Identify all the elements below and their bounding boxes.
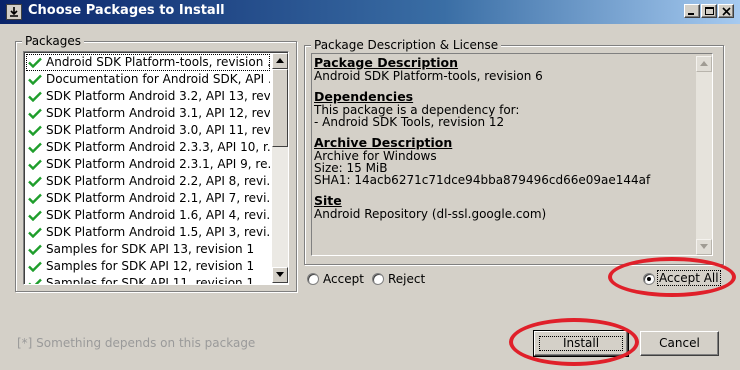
desc-scroll-up-button[interactable] — [696, 56, 712, 72]
checkmark-icon — [28, 142, 42, 153]
package-list-item[interactable]: Samples for SDK API 13, revision 1 — [26, 241, 270, 258]
checkmark-icon — [28, 193, 42, 204]
minimize-button[interactable] — [684, 4, 700, 18]
package-list-item[interactable]: Documentation for Android SDK, API ... — [26, 71, 270, 88]
download-icon — [6, 4, 22, 20]
section-text: Android Repository (dl-ssl.google.com) — [314, 207, 547, 221]
package-list-item[interactable]: SDK Platform Android 3.0, API 11, rev... — [26, 122, 270, 139]
package-label: SDK Platform Android 2.1, API 7, revi... — [46, 191, 270, 205]
package-label: SDK Platform Android 1.5, API 3, revi... — [46, 225, 270, 239]
package-list-item[interactable]: SDK Platform Android 2.1, API 7, revi... — [26, 190, 270, 207]
package-list-item[interactable]: SDK Platform Android 2.3.3, API 10, r... — [26, 139, 270, 156]
package-list-item[interactable]: SDK Platform Android 1.5, API 3, revi... — [26, 224, 270, 241]
package-label: SDK Platform Android 1.6, API 4, revi... — [46, 208, 270, 222]
package-list-item[interactable]: SDK Platform Android 3.1, API 12, rev... — [26, 105, 270, 122]
description-panel: Package Description Android SDK Platform-… — [311, 53, 713, 256]
package-list-item[interactable]: Android SDK Platform-tools, revision ... — [26, 54, 270, 71]
package-label: SDK Platform Android 2.2, API 8, revi... — [46, 174, 270, 188]
install-button-label: Install — [562, 336, 600, 350]
description-scrollbar[interactable] — [696, 56, 712, 255]
close-button[interactable] — [718, 4, 734, 18]
package-list-item[interactable]: SDK Platform Android 2.3.1, API 9, re... — [26, 156, 270, 173]
radio-selected-dot — [647, 277, 651, 281]
accept-radio[interactable] — [307, 273, 319, 285]
package-label: Documentation for Android SDK, API ... — [46, 72, 270, 86]
maximize-button[interactable] — [701, 4, 717, 18]
checkmark-icon — [28, 108, 42, 119]
cancel-button-label: Cancel — [659, 336, 700, 350]
scroll-thumb[interactable] — [272, 69, 288, 147]
dependency-footnote: [*] Something depends on this package — [17, 336, 256, 350]
package-label: SDK Platform Android 3.0, API 11, rev... — [46, 123, 270, 137]
package-label: SDK Platform Android 2.3.1, API 9, re... — [46, 157, 270, 171]
accept-all-radio[interactable] — [643, 273, 655, 285]
packages-legend: Packages — [22, 34, 84, 48]
desc-scroll-down-button[interactable] — [696, 239, 712, 255]
title-bar: Choose Packages to Install — [0, 0, 740, 24]
package-label: Samples for SDK API 13, revision 1 — [46, 242, 255, 256]
description-legend: Package Description & License — [311, 38, 502, 52]
reject-label: Reject — [388, 272, 426, 286]
package-list-item[interactable]: SDK Platform Android 3.2, API 13, rev... — [26, 88, 270, 105]
packages-scrollbar[interactable] — [272, 53, 288, 283]
scroll-up-button[interactable] — [272, 53, 288, 69]
package-list-item[interactable]: SDK Platform Android 2.2, API 8, revi... — [26, 173, 270, 190]
accept-all-label: Accept All — [657, 270, 721, 286]
checkmark-icon — [28, 244, 42, 255]
window-title: Choose Packages to Install — [28, 3, 225, 18]
package-label: Samples for SDK API 11, revision 1 — [46, 276, 255, 285]
checkmark-icon — [28, 74, 42, 85]
checkmark-icon — [28, 176, 42, 187]
checkmark-icon — [28, 125, 42, 136]
checkmark-icon — [28, 261, 42, 272]
checkmark-icon — [28, 91, 42, 102]
package-label: SDK Platform Android 3.1, API 12, rev... — [46, 106, 270, 120]
reject-radio[interactable] — [372, 273, 384, 285]
packages-list[interactable]: Android SDK Platform-tools, revision ...… — [23, 51, 289, 285]
checkmark-icon — [28, 278, 42, 284]
section-text: - Android SDK Tools, revision 12 — [314, 115, 505, 129]
section-title: Package Description — [314, 55, 459, 70]
package-label: Android SDK Platform-tools, revision ... — [46, 55, 270, 69]
package-list-item[interactable]: Samples for SDK API 11, revision 1 — [26, 275, 270, 285]
package-label: Samples for SDK API 12, revision 1 — [46, 259, 255, 273]
section-title: Site — [314, 193, 342, 208]
package-label: SDK Platform Android 3.2, API 13, rev... — [46, 89, 270, 103]
section-title: Archive Description — [314, 135, 453, 150]
install-button[interactable]: Install — [533, 330, 629, 357]
section-text: SHA1: 14acb6271c71dce94bba879496cd66e09a… — [314, 173, 651, 187]
checkmark-icon — [28, 159, 42, 170]
accept-label: Accept — [323, 272, 364, 286]
section-text: Android SDK Platform-tools, revision 6 — [314, 69, 543, 83]
checkmark-icon — [28, 57, 42, 68]
cancel-button[interactable]: Cancel — [640, 331, 719, 356]
scroll-down-button[interactable] — [272, 267, 288, 283]
package-list-item[interactable]: SDK Platform Android 1.6, API 4, revi... — [26, 207, 270, 224]
package-label: SDK Platform Android 2.3.3, API 10, r... — [46, 140, 270, 154]
checkmark-icon — [28, 227, 42, 238]
checkmark-icon — [28, 210, 42, 221]
section-title: Dependencies — [314, 89, 414, 104]
package-list-item[interactable]: Samples for SDK API 12, revision 1 — [26, 258, 270, 275]
